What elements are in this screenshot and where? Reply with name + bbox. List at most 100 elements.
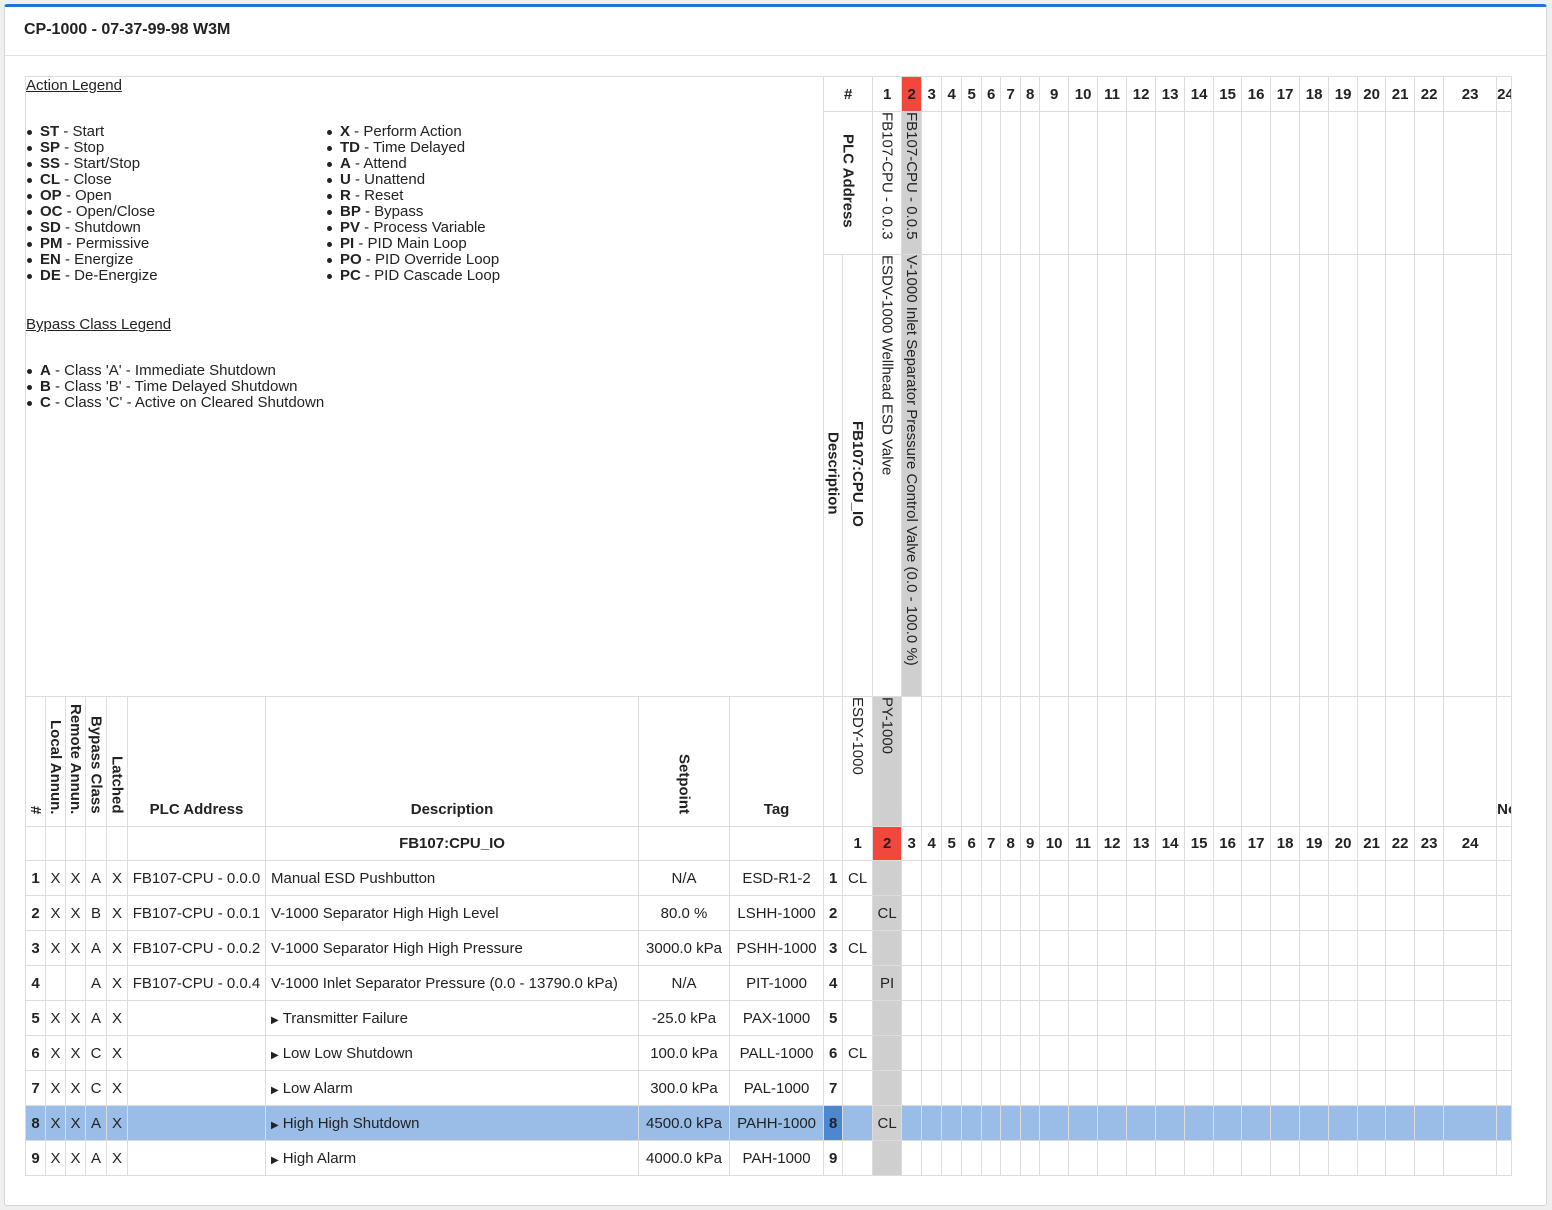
action-cell[interactable] [1241,860,1272,896]
output-column-number[interactable]: 17 [1241,826,1272,861]
output-column-number[interactable]: 21 [1385,76,1416,112]
action-cell[interactable] [1155,930,1186,966]
action-cell[interactable] [1155,1035,1186,1071]
action-cell[interactable] [1414,1140,1445,1176]
row-number[interactable]: 5 [25,1000,46,1036]
output-column-number[interactable]: 2 [872,826,903,861]
output-column-number[interactable]: 20 [1357,76,1387,112]
action-cell[interactable] [901,860,923,896]
action-cell[interactable] [1097,860,1128,896]
action-cell[interactable] [1097,930,1128,966]
action-cell[interactable] [1357,965,1387,1001]
output-column-number[interactable]: 5 [961,76,983,112]
output-column-number[interactable]: 7 [1000,76,1022,112]
action-cell[interactable] [842,1140,874,1176]
action-cell[interactable] [1126,1000,1157,1036]
action-cell[interactable] [1299,930,1330,966]
latched-cell[interactable]: X [106,1105,128,1141]
action-cell[interactable] [1414,895,1445,931]
action-cell[interactable] [1213,1000,1243,1036]
action-cell[interactable] [1357,1035,1387,1071]
action-cell[interactable] [842,965,874,1001]
action-cell[interactable] [1299,965,1330,1001]
action-cell[interactable] [941,1105,963,1141]
output-column-number[interactable]: 7 [981,826,1002,861]
action-cell[interactable] [981,965,1002,1001]
action-cell[interactable] [1000,965,1022,1001]
action-cell[interactable] [1068,895,1099,931]
action-cell[interactable] [1443,1140,1498,1176]
action-cell[interactable] [1039,895,1070,931]
action-cell[interactable] [961,1070,983,1106]
action-cell[interactable] [1126,1070,1157,1106]
action-cell[interactable] [1039,1105,1070,1141]
output-column-number[interactable]: 21 [1357,826,1387,861]
action-cell[interactable] [1241,965,1272,1001]
description-cell[interactable]: ▶ Transmitter Failure [265,1000,639,1036]
output-column-number[interactable]: 18 [1299,76,1330,112]
action-cell[interactable] [1155,1140,1186,1176]
action-cell[interactable] [1328,1000,1359,1036]
local-annun-cell[interactable]: X [45,860,66,896]
action-cell[interactable]: CL [872,1105,903,1141]
action-cell[interactable] [872,1140,903,1176]
latched-cell[interactable]: X [106,1035,128,1071]
setpoint-cell[interactable]: 100.0 kPa [638,1035,730,1071]
tag-cell[interactable]: ESD-R1-2 [728,860,825,896]
action-cell[interactable] [1155,1105,1186,1141]
action-cell[interactable] [1068,1070,1099,1106]
action-cell[interactable] [921,1035,943,1071]
action-cell[interactable] [1357,1105,1387,1141]
notes-cell[interactable] [1496,1105,1513,1141]
action-cell[interactable] [1385,1140,1416,1176]
output-column-number[interactable]: 6 [961,826,983,861]
action-cell[interactable] [1068,1140,1099,1176]
action-cell[interactable] [1443,1105,1498,1141]
action-cell[interactable] [1385,930,1416,966]
action-cell[interactable] [1270,1035,1301,1071]
notes-cell[interactable] [1496,1000,1513,1036]
description-cell[interactable]: V-1000 Separator High High Level [265,895,639,931]
action-cell[interactable] [1126,1140,1157,1176]
output-column-number[interactable]: 24 [1496,76,1513,112]
output-column-number[interactable]: 9 [1020,826,1041,861]
action-cell[interactable] [1414,860,1445,896]
action-cell[interactable] [1184,1140,1215,1176]
expand-arrow-icon[interactable]: ▶ [271,1015,279,1026]
action-cell[interactable] [1213,895,1243,931]
action-cell[interactable] [1184,895,1215,931]
action-cell[interactable] [1000,860,1022,896]
action-cell[interactable] [961,895,983,931]
action-cell[interactable] [1097,1140,1128,1176]
action-cell[interactable] [1270,930,1301,966]
plc-address-cell[interactable]: FB107-CPU - 0.0.4 [127,965,266,1001]
output-column-number[interactable]: 11 [1097,76,1128,112]
row-number[interactable]: 7 [25,1070,46,1106]
expand-arrow-icon[interactable]: ▶ [271,1155,279,1166]
notes-cell[interactable] [1496,930,1513,966]
action-cell[interactable] [921,1140,943,1176]
action-cell[interactable] [1155,860,1186,896]
action-cell[interactable] [1000,930,1022,966]
table-row[interactable]: 4 A X FB107-CPU - 0.0.4 V-1000 Inlet Separat… [25,965,1528,1001]
action-cell[interactable] [1443,1000,1498,1036]
action-cell[interactable] [842,895,874,931]
action-cell[interactable] [1299,895,1330,931]
setpoint-cell[interactable]: 4000.0 kPa [638,1140,730,1176]
action-cell[interactable] [1213,860,1243,896]
action-cell[interactable] [901,1000,923,1036]
action-cell[interactable] [1126,895,1157,931]
output-column-number[interactable]: 1 [842,826,874,861]
output-column-number[interactable]: 18 [1270,826,1301,861]
action-cell[interactable] [1414,1070,1445,1106]
remote-annun-cell[interactable]: X [65,1035,86,1071]
action-cell[interactable] [1155,1070,1186,1106]
action-cell[interactable] [921,895,943,931]
action-cell[interactable] [981,930,1002,966]
action-cell[interactable] [1385,1105,1416,1141]
description-cell[interactable]: V-1000 Inlet Separator Pressure (0.0 - 1… [265,965,639,1001]
output-column-number[interactable]: 14 [1155,826,1186,861]
action-cell[interactable] [1039,860,1070,896]
plc-address-cell[interactable]: FB107-CPU - 0.0.2 [127,930,266,966]
action-cell[interactable] [941,1140,963,1176]
